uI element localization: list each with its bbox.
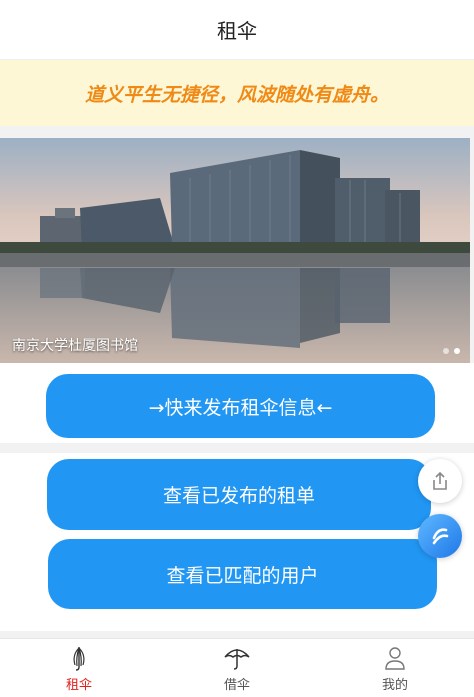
motto-text: 道义平生无捷径，风波随处有虚舟。 xyxy=(84,83,389,106)
publish-section: →快来发布租伞信息← xyxy=(0,363,474,443)
view-published-orders-button[interactable]: 查看已发布的租单 xyxy=(47,459,431,530)
tab-borrow-umbrella[interactable]: 借伞 xyxy=(158,639,316,697)
carousel-dot-active[interactable] xyxy=(454,348,460,354)
top-header: 租伞 xyxy=(0,0,474,60)
publish-rental-button[interactable]: →快来发布租伞信息← xyxy=(46,374,435,438)
bottom-tabbar: 租伞 借伞 我的 xyxy=(0,638,474,697)
banner-caption: 南京大学杜厦图书馆 xyxy=(12,338,138,354)
orders-section: 查看已发布的租单 查看已匹配的用户 xyxy=(0,453,474,631)
view-matched-users-button[interactable]: 查看已匹配的用户 xyxy=(48,539,437,609)
umbrella-closed-icon xyxy=(73,647,85,671)
library-photo xyxy=(0,138,470,363)
image-carousel[interactable]: 南京大学杜厦图书馆 xyxy=(0,138,470,363)
app-logo-icon xyxy=(432,528,449,545)
tab-label: 租伞 xyxy=(65,678,92,693)
tab-rent-umbrella[interactable]: 租伞 xyxy=(0,639,158,697)
carousel-dot[interactable] xyxy=(443,348,449,354)
page-title: 租伞 xyxy=(217,19,257,43)
share-icon xyxy=(433,471,447,490)
motto-banner: 道义平生无捷径，风波随处有虚舟。 xyxy=(0,60,474,126)
share-button[interactable] xyxy=(418,459,462,503)
user-icon xyxy=(385,647,405,670)
umbrella-open-icon xyxy=(224,649,250,670)
tab-profile[interactable]: 我的 xyxy=(316,639,474,697)
carousel-indicator xyxy=(443,348,460,354)
tab-label: 我的 xyxy=(381,678,408,693)
app-shortcut-button[interactable] xyxy=(418,514,462,558)
tab-label: 借伞 xyxy=(223,678,250,693)
